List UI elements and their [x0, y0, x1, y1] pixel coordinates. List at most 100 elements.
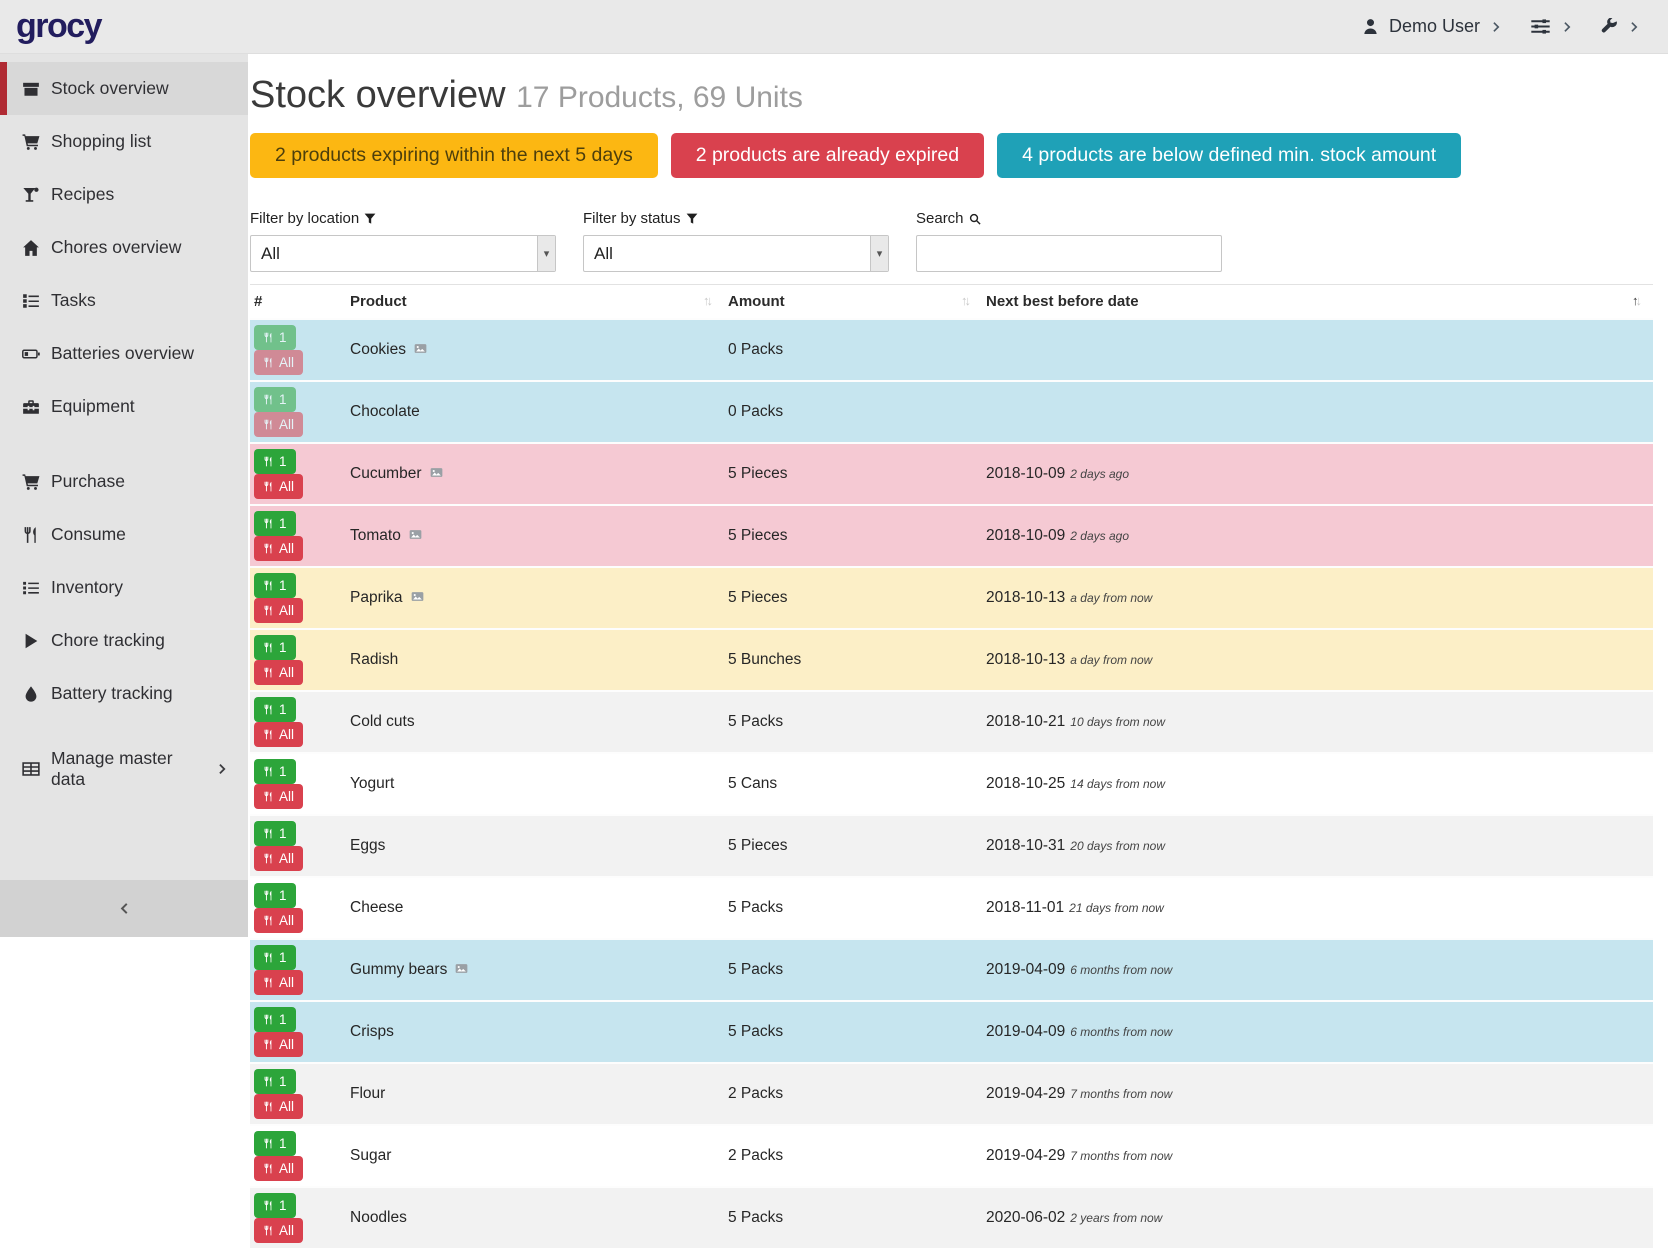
sort-icon-active-asc[interactable]: ↑↓: [1632, 293, 1645, 308]
consume-all-button[interactable]: All: [254, 1156, 303, 1181]
product-name[interactable]: Paprika: [350, 589, 403, 606]
column-header-amount[interactable]: Amount ↑↓: [724, 285, 982, 320]
product-name[interactable]: Noodles: [350, 1209, 407, 1226]
sidebar-item-consume[interactable]: Consume: [0, 508, 248, 561]
product-best-before-date: 2019-04-096 months from now: [982, 939, 1653, 1001]
product-name[interactable]: Radish: [350, 651, 398, 668]
consume-all-button[interactable]: All: [254, 1094, 303, 1119]
consume-one-button[interactable]: 1: [254, 759, 296, 784]
column-header-bbd[interactable]: Next best before date ↑↓: [982, 285, 1653, 320]
product-name[interactable]: Yogurt: [350, 775, 394, 792]
consume-one-button[interactable]: 1: [254, 573, 296, 598]
consume-one-button[interactable]: 1: [254, 1007, 296, 1032]
date-relative-text: 20 days from now: [1070, 839, 1165, 853]
table-row: 1 All Sugar 2 Packs 2019-04-297 months f…: [250, 1125, 1653, 1187]
date-relative-text: 2 years from now: [1070, 1211, 1162, 1225]
consume-all-button[interactable]: All: [254, 412, 303, 437]
sidebar-item-batteries-overview[interactable]: Batteries overview: [0, 327, 248, 380]
sidebar-item-stock-overview[interactable]: Stock overview: [0, 62, 248, 115]
consume-all-button[interactable]: All: [254, 970, 303, 995]
sidebar-item-purchase[interactable]: Purchase: [0, 455, 248, 508]
expiring-products-alert[interactable]: 2 products expiring within the next 5 da…: [250, 133, 658, 178]
below-min-stock-alert[interactable]: 4 products are below defined min. stock …: [997, 133, 1461, 178]
consume-all-button[interactable]: All: [254, 350, 303, 375]
settings-menu[interactable]: [1530, 16, 1573, 37]
product-best-before-date: 2018-10-2514 days from now: [982, 753, 1653, 815]
product-name[interactable]: Tomato: [350, 527, 401, 544]
consume-all-button[interactable]: All: [254, 536, 303, 561]
sidebar-item-shopping-list[interactable]: Shopping list: [0, 115, 248, 168]
consume-one-button[interactable]: 1: [254, 387, 296, 412]
product-name[interactable]: Flour: [350, 1085, 385, 1102]
sidebar-item-label: Shopping list: [51, 131, 151, 152]
consume-one-button[interactable]: 1: [254, 697, 296, 722]
consume-one-button[interactable]: 1: [254, 1069, 296, 1094]
consume-one-button[interactable]: 1: [254, 325, 296, 350]
location-filter-select[interactable]: All: [250, 235, 556, 272]
utensils-icon: [263, 357, 274, 368]
consume-all-button[interactable]: All: [254, 908, 303, 933]
product-name[interactable]: Sugar: [350, 1147, 391, 1164]
admin-menu[interactable]: [1601, 18, 1640, 35]
table-row: 1 All Cucumber 5 Pieces 2018-10-092 days…: [250, 443, 1653, 505]
chevron-right-icon: [1628, 21, 1640, 33]
sidebar-item-chore-tracking[interactable]: Chore tracking: [0, 614, 248, 667]
sidebar-collapse-button[interactable]: [0, 880, 248, 937]
consume-one-button[interactable]: 1: [254, 945, 296, 970]
product-amount: 0 Packs: [724, 319, 982, 381]
row-actions: 1 All: [250, 1187, 346, 1248]
search-label: Search: [916, 210, 1222, 227]
utensils-icon: [263, 1163, 274, 1174]
consume-all-button[interactable]: All: [254, 846, 303, 871]
consume-all-button[interactable]: All: [254, 598, 303, 623]
consume-one-button[interactable]: 1: [254, 449, 296, 474]
consume-all-button[interactable]: All: [254, 722, 303, 747]
sidebar-item-battery-tracking[interactable]: Battery tracking: [0, 667, 248, 720]
product-cell: Gummy bears: [346, 939, 724, 1001]
product-cell: Flour: [346, 1063, 724, 1125]
play-icon: [22, 632, 40, 650]
user-menu[interactable]: Demo User: [1362, 16, 1502, 37]
sidebar-item-recipes[interactable]: Recipes: [0, 168, 248, 221]
consume-one-button[interactable]: 1: [254, 1193, 296, 1218]
product-name[interactable]: Cookies: [350, 341, 406, 358]
search-input[interactable]: [916, 235, 1222, 272]
sidebar-item-label: Equipment: [51, 396, 135, 417]
location-filter-label: Filter by location: [250, 210, 556, 227]
consume-one-button[interactable]: 1: [254, 1131, 296, 1156]
sidebar-item-chores-overview[interactable]: Chores overview: [0, 221, 248, 274]
sort-icon[interactable]: ↑↓: [961, 293, 974, 308]
sidebar-item-tasks[interactable]: Tasks: [0, 274, 248, 327]
consume-one-button[interactable]: 1: [254, 511, 296, 536]
sidebar-item-inventory[interactable]: Inventory: [0, 561, 248, 614]
product-name[interactable]: Cucumber: [350, 465, 422, 482]
product-name[interactable]: Eggs: [350, 837, 385, 854]
date-relative-text: a day from now: [1070, 653, 1152, 667]
product-name[interactable]: Crisps: [350, 1023, 394, 1040]
consume-one-button[interactable]: 1: [254, 635, 296, 660]
app-logo[interactable]: grocy: [16, 7, 101, 46]
sidebar-item-label: Manage master data: [51, 748, 205, 790]
product-name[interactable]: Cheese: [350, 899, 403, 916]
product-amount: 5 Packs: [724, 939, 982, 1001]
status-filter-select[interactable]: All: [583, 235, 889, 272]
consume-all-button[interactable]: All: [254, 784, 303, 809]
sidebar-item-equipment[interactable]: Equipment: [0, 380, 248, 433]
product-best-before-date: 2018-11-0121 days from now: [982, 877, 1653, 939]
header-menu: Demo User: [1362, 16, 1640, 37]
consume-all-button[interactable]: All: [254, 1032, 303, 1057]
product-name[interactable]: Cold cuts: [350, 713, 415, 730]
consume-all-button[interactable]: All: [254, 1218, 303, 1243]
column-header-product[interactable]: Product ↑↓: [346, 285, 724, 320]
product-name[interactable]: Chocolate: [350, 403, 420, 420]
consume-one-button[interactable]: 1: [254, 821, 296, 846]
cart-icon: [22, 473, 40, 491]
row-actions: 1 All: [250, 629, 346, 691]
consume-all-button[interactable]: All: [254, 474, 303, 499]
sidebar-item-manage-master-data[interactable]: Manage master data: [0, 742, 248, 795]
consume-one-button[interactable]: 1: [254, 883, 296, 908]
sort-icon[interactable]: ↑↓: [703, 293, 716, 308]
consume-all-button[interactable]: All: [254, 660, 303, 685]
product-name[interactable]: Gummy bears: [350, 961, 447, 978]
expired-products-alert[interactable]: 2 products are already expired: [671, 133, 984, 178]
